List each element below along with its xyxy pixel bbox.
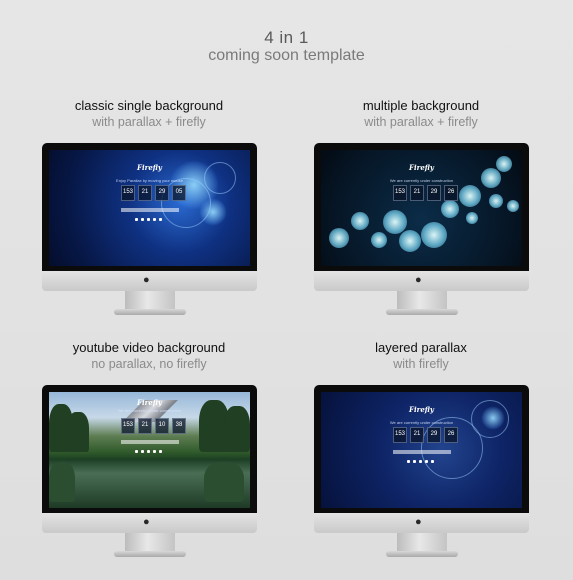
template-card-youtube: youtube video background no parallax, no…: [34, 340, 264, 557]
countdown-minutes: 29: [427, 185, 441, 201]
social-icons: [135, 450, 162, 453]
bokeh-light: [371, 232, 387, 248]
firefly-logo: Firefly: [409, 163, 434, 172]
apple-logo-icon: ●: [143, 274, 150, 286]
screen-preview: Firefly We are currently under construct…: [321, 150, 522, 266]
card-title: youtube video background: [72, 340, 226, 355]
template-card-multiple: multiple background with parallax + fire…: [306, 98, 536, 315]
countdown: 153 21 29 26: [393, 427, 458, 443]
imac-mockup: Firefly We are currently under construct…: [314, 143, 529, 318]
template-card-layered: layered parallax with firefly Firefly We…: [306, 340, 536, 557]
imac-stand: [397, 291, 447, 311]
screen-tagline: Enjoy Parallax by moving your mouse: [116, 178, 183, 183]
screen-tagline: We are currently under construction: [389, 178, 454, 183]
bokeh-light: [351, 212, 369, 230]
countdown-days: 153: [393, 185, 407, 201]
card-subtitle: no parallax, no firefly: [91, 357, 207, 371]
firefly-logo: Firefly: [137, 398, 162, 407]
bokeh-light: [459, 185, 481, 207]
card-title: classic single background: [74, 98, 224, 113]
countdown-hours: 21: [410, 427, 424, 443]
screen-preview: Firefly Enjoy Parallax by moving your mo…: [49, 150, 250, 266]
template-card-classic: classic single background with parallax …: [34, 98, 264, 315]
countdown-seconds: 26: [444, 427, 458, 443]
countdown-seconds: 26: [444, 185, 458, 201]
bokeh-light: [507, 200, 519, 212]
apple-logo-icon: ●: [143, 516, 150, 528]
header-line2: coming soon template: [208, 47, 365, 64]
header-line1: 4 in 1: [264, 28, 309, 47]
apple-logo-icon: ●: [415, 274, 422, 286]
bokeh-light: [421, 222, 447, 248]
screen-tagline: We are currently under construction: [117, 408, 182, 413]
imac-bezel: Firefly Enjoy Parallax by moving your mo…: [42, 143, 257, 271]
card-title: layered parallax: [375, 340, 467, 355]
screen-preview: Firefly We are currently under construct…: [49, 392, 250, 508]
imac-stand: [125, 533, 175, 553]
imac-stand: [125, 291, 175, 311]
countdown-minutes: 10: [155, 418, 169, 434]
imac-foot: [386, 551, 458, 557]
countdown-seconds: 05: [172, 185, 186, 201]
countdown: 153 21 29 05: [121, 185, 186, 201]
tree-reflection: [204, 462, 244, 502]
subscribe-form: [121, 440, 179, 444]
imac-bezel: Firefly We are currently under construct…: [314, 143, 529, 271]
imac-stand: [397, 533, 447, 553]
social-icons: [135, 218, 162, 221]
countdown-days: 153: [121, 185, 135, 201]
bokeh-light: [399, 230, 421, 252]
imac-bezel: Firefly We are currently under construct…: [314, 385, 529, 513]
imac-bezel: Firefly We are currently under construct…: [42, 385, 257, 513]
page-header: 4 in 1 coming soon template: [0, 28, 573, 65]
card-subtitle: with firefly: [393, 357, 449, 371]
card-subtitle: with parallax + firefly: [364, 115, 478, 129]
card-subtitle: with parallax + firefly: [92, 115, 206, 129]
apple-logo-icon: ●: [415, 516, 422, 528]
screen-preview: Firefly We are currently under construct…: [321, 392, 522, 508]
subscribe-form: [121, 208, 179, 212]
countdown-hours: 21: [410, 185, 424, 201]
bokeh-light: [383, 210, 407, 234]
countdown-minutes: 29: [155, 185, 169, 201]
imac-mockup: Firefly We are currently under construct…: [314, 385, 529, 560]
countdown-hours: 21: [138, 418, 152, 434]
bokeh-light: [329, 228, 349, 248]
imac-foot: [114, 551, 186, 557]
imac-mockup: Firefly Enjoy Parallax by moving your mo…: [42, 143, 257, 318]
forest-tree: [67, 412, 89, 452]
countdown: 153 21 10 38: [121, 418, 186, 434]
screen-tagline: We are currently under construction: [389, 420, 454, 425]
tree-reflection: [49, 462, 75, 502]
countdown-seconds: 38: [172, 418, 186, 434]
subscribe-form: [393, 450, 451, 454]
countdown: 153 21 29 26: [393, 185, 458, 201]
bokeh-light: [466, 212, 478, 224]
countdown-days: 153: [121, 418, 135, 434]
countdown-minutes: 29: [427, 427, 441, 443]
imac-foot: [386, 309, 458, 315]
countdown-hours: 21: [138, 185, 152, 201]
social-icons: [407, 460, 434, 463]
imac-foot: [114, 309, 186, 315]
countdown-days: 153: [393, 427, 407, 443]
firefly-logo: Firefly: [137, 163, 162, 172]
card-title: multiple background: [362, 98, 480, 113]
firefly-logo: Firefly: [409, 405, 434, 414]
bokeh-light: [441, 200, 459, 218]
imac-mockup: Firefly We are currently under construct…: [42, 385, 257, 560]
bokeh-light: [489, 194, 503, 208]
